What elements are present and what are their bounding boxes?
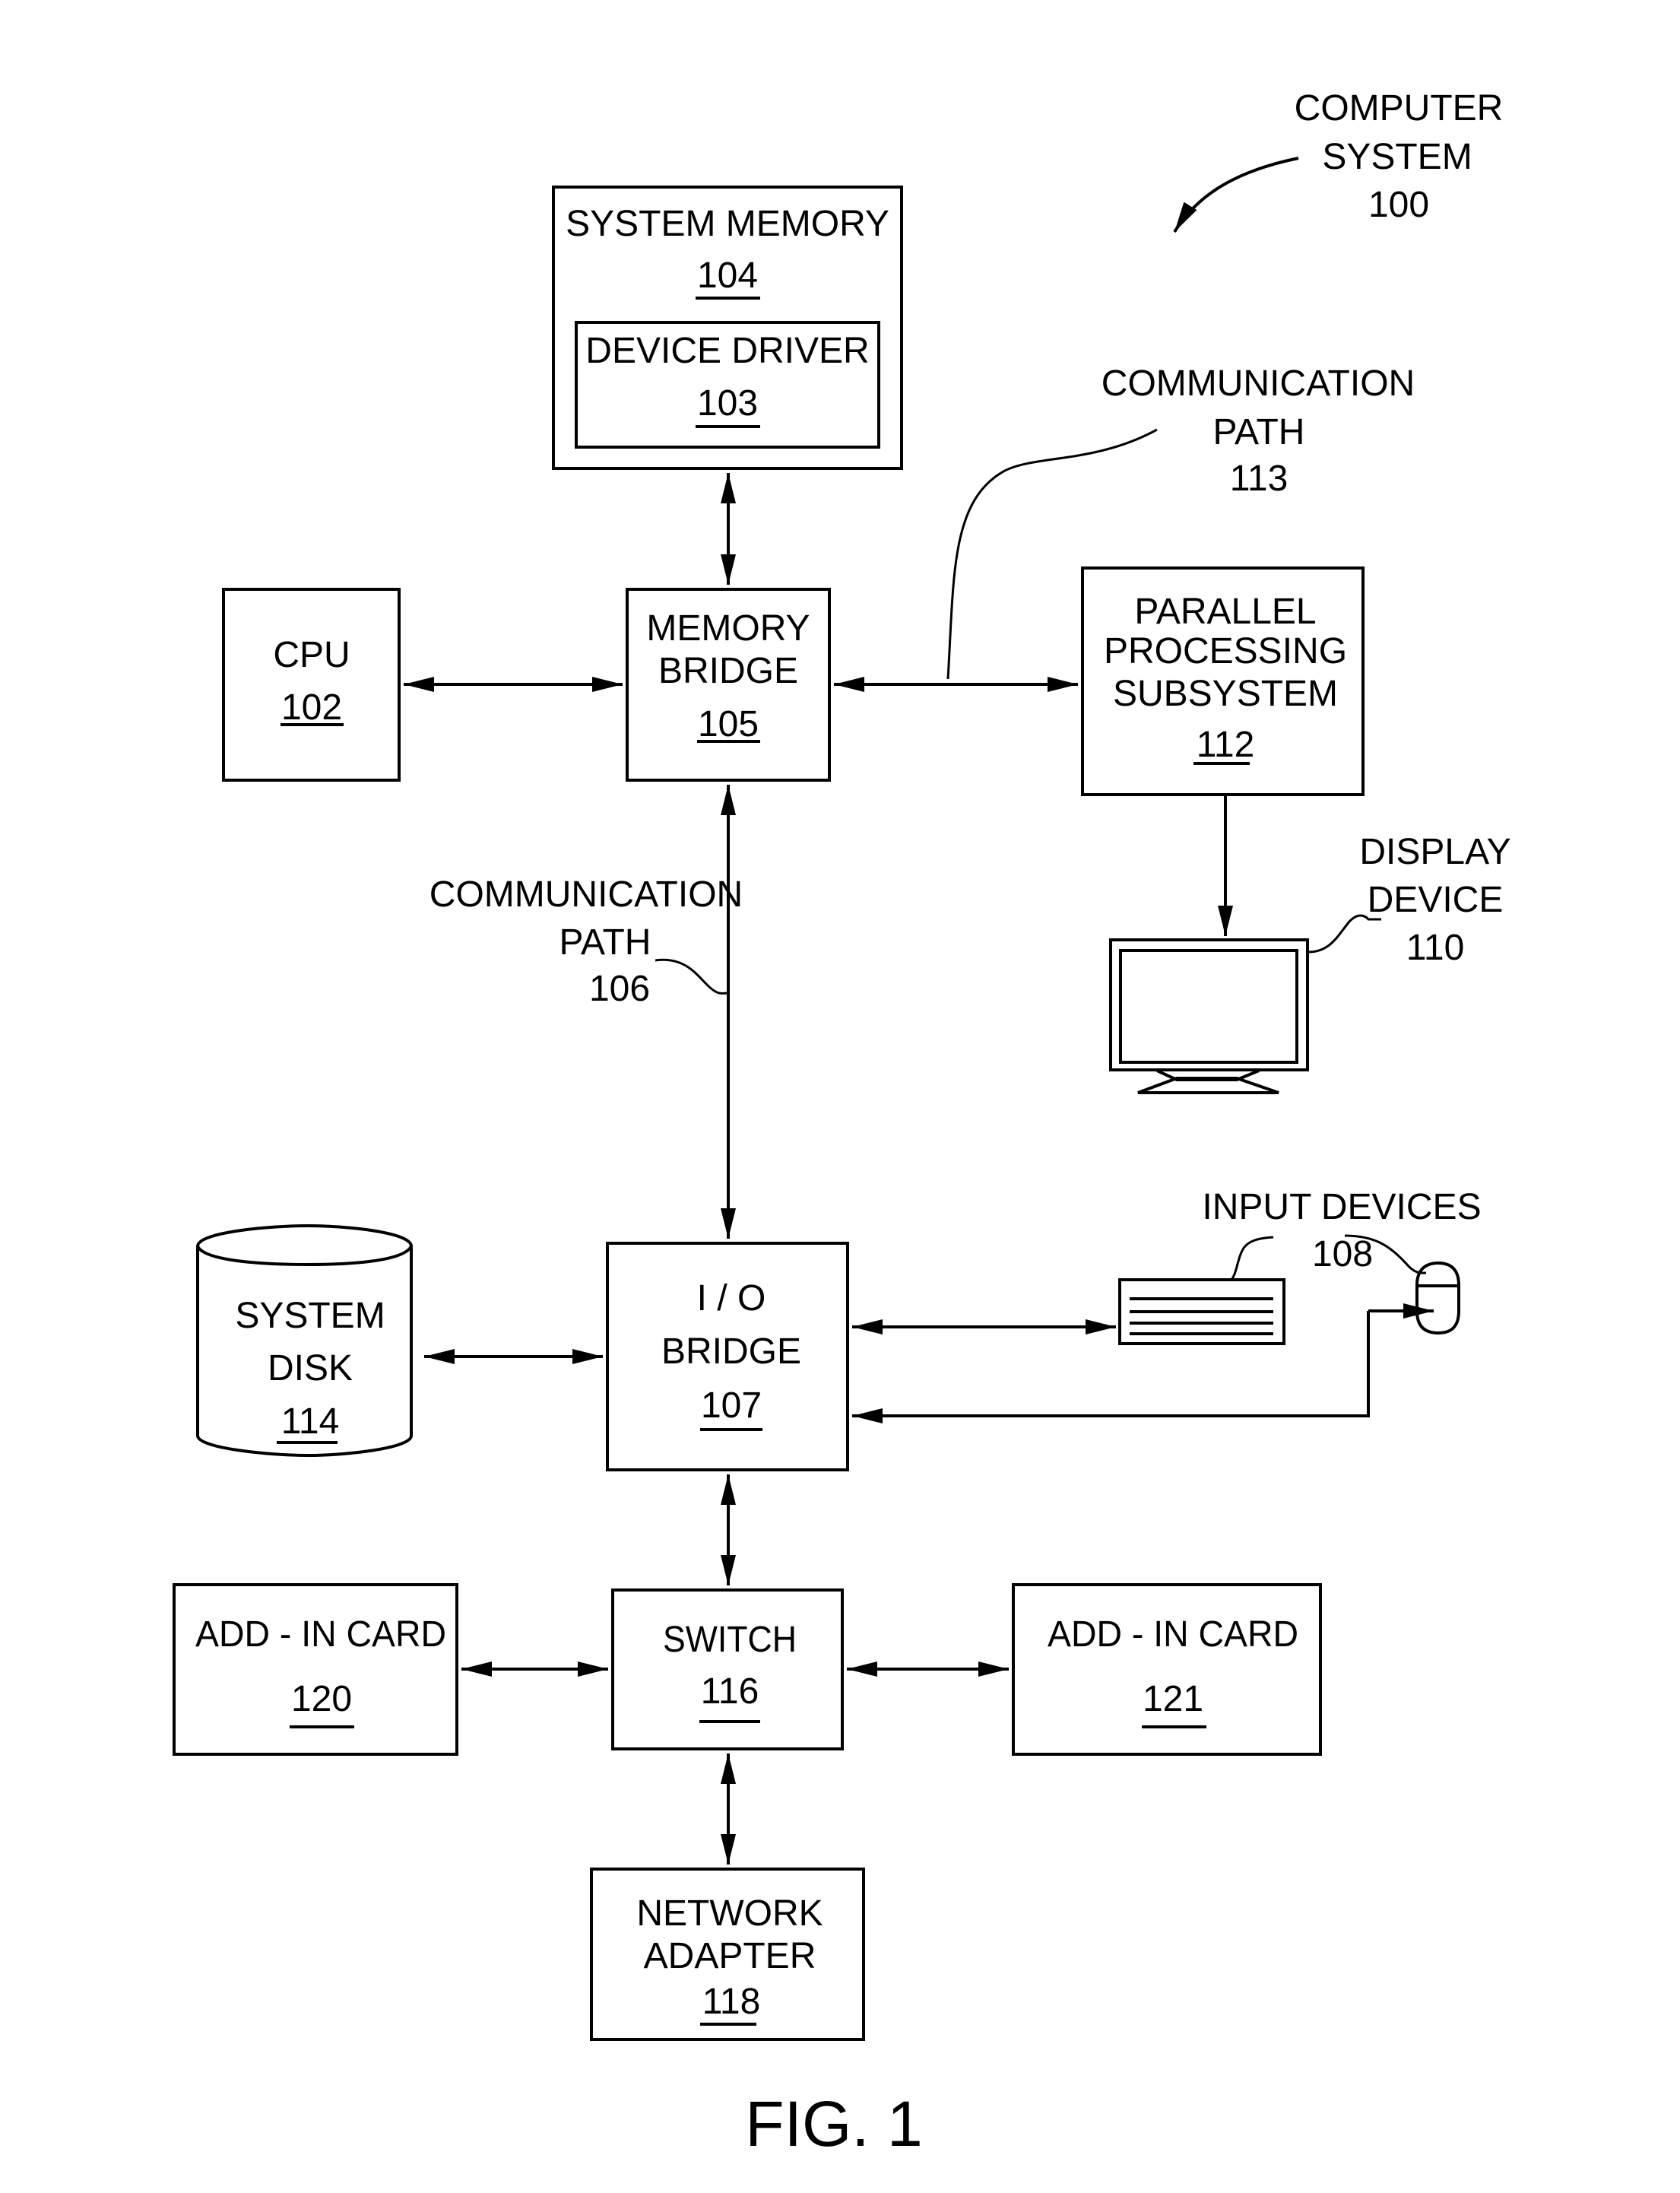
add-in-card-120-ref: 120 [291,1679,352,1719]
reference-arrow-icon [1173,157,1299,233]
system-disk-block[interactable]: SYSTEM DISK 114 [196,1223,413,1458]
display-device-ref: 110 [1406,928,1465,968]
switch-ref: 116 [701,1671,759,1712]
network-adapter-block[interactable]: NETWORK ADAPTER 118 [590,1868,865,2041]
add-in-card-120-box[interactable] [173,1583,458,1756]
computer-system-ref: 100 [1368,185,1429,225]
display-device-block[interactable]: DISPLAY DEVICE 110 [1109,832,1511,1094]
leader-line [1308,914,1381,954]
system-memory-ref: 104 [697,255,758,296]
display-device-line2: DEVICE [1368,880,1504,920]
computer-system-label: COMPUTER SYSTEM 100 [1173,88,1504,233]
keyboard-leader-line [1230,1236,1274,1281]
pps-ref: 112 [1197,725,1255,765]
network-adapter-line1: NETWORK [636,1893,823,1934]
switch-block[interactable]: SWITCH 116 [611,1588,844,1750]
system-disk-line1: SYSTEM [235,1296,385,1336]
add-in-card-120-label: ADD - IN CARD [195,1614,446,1655]
system-memory-block[interactable]: SYSTEM MEMORY 104 DEVICE DRIVER 103 [552,186,903,470]
device-driver-ref: 103 [697,383,758,424]
pps-line2: PROCESSING [1104,631,1347,671]
computer-system-line2: SYSTEM [1322,137,1472,177]
input-devices-block[interactable]: INPUT DEVICES 108 [1118,1187,1482,1345]
comm-path-113-line2: PATH [1213,412,1305,452]
communication-path-106-label: COMMUNICATION PATH 106 [430,874,743,1009]
cpu-block[interactable]: CPU 102 [222,588,401,782]
network-adapter-ref: 118 [702,1982,761,2022]
input-devices-ref: 108 [1312,1234,1373,1274]
cpu-label: CPU [273,635,350,675]
add-in-card-121-ref: 121 [1143,1679,1203,1719]
memory-bridge-line2: BRIDGE [658,651,798,691]
cpu-ref: 102 [281,687,342,728]
monitor-screen [1119,949,1298,1064]
switch-box[interactable] [611,1588,844,1750]
network-adapter-line2: ADAPTER [644,1936,816,1976]
computer-system-line1: COMPUTER [1295,88,1504,129]
input-devices-label: INPUT DEVICES [1202,1187,1481,1227]
memory-bridge-block[interactable]: MEMORY BRIDGE 105 [626,588,831,782]
system-memory-label: SYSTEM MEMORY [566,204,889,244]
parallel-processing-subsystem-block[interactable]: PARALLEL PROCESSING SUBSYSTEM 112 [1081,566,1365,796]
cpu-box[interactable] [222,588,401,782]
device-driver-block[interactable]: DEVICE DRIVER 103 [575,321,880,449]
comm-path-106-ref: 106 [589,969,650,1009]
device-driver-label: DEVICE DRIVER [585,331,869,371]
comm-path-113-line1: COMMUNICATION [1102,363,1415,404]
io-bridge-ref: 107 [701,1385,762,1426]
add-in-card-121-block[interactable]: ADD - IN CARD 121 [1012,1583,1322,1756]
figure-caption: FIG. 1 [745,2088,922,2160]
leader-line [655,958,728,995]
io-bridge-line1: I / O [697,1278,766,1319]
system-disk-line2: DISK [268,1348,353,1388]
comm-path-113-ref: 113 [1230,459,1289,499]
add-in-card-120-block[interactable]: ADD - IN CARD 120 [173,1583,458,1756]
pps-line3: SUBSYSTEM [1113,674,1338,714]
display-device-line1: DISPLAY [1359,832,1510,872]
system-disk-ref: 114 [281,1401,340,1442]
memory-bridge-line1: MEMORY [646,608,810,649]
switch-label: SWITCH [663,1620,797,1660]
io-bridge-line2: BRIDGE [661,1331,801,1372]
add-in-card-121-label: ADD - IN CARD [1048,1614,1298,1655]
computer-system-diagram: COMPUTER SYSTEM 100 SYSTEM MEMORY 104 DE… [173,88,1511,2160]
comm-path-106-line2: PATH [559,922,651,963]
comm-path-106-line1: COMMUNICATION [430,874,743,915]
add-in-card-121-box[interactable] [1012,1583,1322,1756]
memory-bridge-ref: 105 [698,704,759,744]
io-bridge-block[interactable]: I / O BRIDGE 107 [606,1242,849,1471]
pps-line1: PARALLEL [1134,592,1316,632]
